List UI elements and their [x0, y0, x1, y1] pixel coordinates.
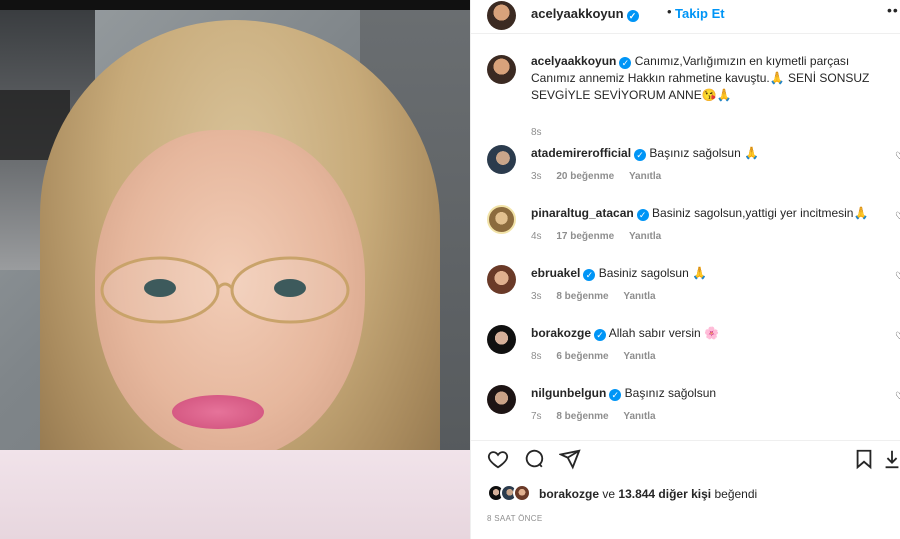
comment-age: 3s — [531, 171, 542, 182]
caption-meta: 8s — [531, 127, 554, 138]
reply-button[interactable]: Yanıtla — [629, 171, 661, 182]
comment-likes[interactable]: 20 beğenme — [556, 171, 614, 182]
follow-button[interactable]: Takip Et — [675, 6, 725, 21]
caption-age: 8s — [531, 127, 542, 138]
verified-icon: ✓ — [609, 389, 622, 401]
comment-like-icon[interactable]: ♡ — [895, 391, 900, 402]
caption-text-block: acelyaakkoyun ✓ Canımız,Varlığımızın en k… — [531, 53, 876, 104]
comment-username[interactable]: atademirerofficial — [531, 146, 631, 160]
comment-like-icon[interactable]: ♡ — [895, 151, 900, 162]
header-separator: • — [667, 4, 672, 19]
verified-icon: ✓ — [619, 57, 632, 69]
verified-icon: ✓ — [626, 10, 639, 22]
comment-avatar[interactable] — [487, 205, 516, 234]
photo-shirt — [0, 450, 470, 539]
send-icon[interactable] — [559, 448, 581, 470]
comment-meta: 4s 17 beğenme Yanıtla — [531, 231, 673, 242]
reply-button[interactable]: Yanıtla — [623, 291, 655, 302]
comment-text-block: atademirerofficial ✓ Başınız sağolsun 🙏 — [531, 145, 876, 162]
comment-age: 7s — [531, 411, 542, 422]
comment-meta: 3s 8 beğenme Yanıtla — [531, 291, 668, 302]
more-horizontal-icon[interactable]: •• — [887, 2, 899, 18]
comment-avatar[interactable] — [487, 265, 516, 294]
verified-icon: ✓ — [636, 209, 649, 221]
comment-username[interactable]: nilgunbelgun — [531, 386, 606, 400]
comments-list[interactable]: acelyaakkoyun ✓ Canımız,Varlığımızın en k… — [471, 35, 900, 440]
comment-text: Basiniz sagolsun,yattigi yer incitmesin🙏 — [652, 206, 869, 220]
liker-username[interactable]: borakozge — [539, 487, 599, 501]
comment-text: Allah sabır versin 🌸 — [608, 326, 720, 340]
caption-avatar[interactable] — [487, 55, 516, 84]
photo-glasses — [100, 256, 350, 324]
reply-button[interactable]: Yanıtla — [623, 351, 655, 362]
photo-lips — [172, 395, 264, 429]
post-header: acelyaakkoyun ✓ • Takip Et •• — [471, 0, 900, 34]
comment-avatar[interactable] — [487, 325, 516, 354]
comment-likes[interactable]: 8 beğenme — [556, 291, 608, 302]
comment-text-block: pinaraltug_atacan ✓ Basiniz sagolsun,yatt… — [531, 205, 876, 222]
reply-button[interactable]: Yanıtla — [623, 411, 655, 422]
comment-like-icon[interactable]: ♡ — [895, 331, 900, 342]
author-username-text[interactable]: acelyaakkoyun — [531, 6, 624, 21]
reply-button[interactable]: Yanıtla — [629, 231, 661, 242]
comment-age: 3s — [531, 291, 542, 302]
verified-icon: ✓ — [634, 149, 647, 161]
comment-meta: 3s 20 beğenme Yanıtla — [531, 171, 673, 182]
post-photo[interactable] — [0, 0, 470, 539]
comment-like-icon[interactable]: ♡ — [895, 271, 900, 282]
comment-text: Basiniz sagolsun 🙏 — [598, 266, 708, 280]
liker-avatar — [513, 484, 531, 502]
comment-avatar[interactable] — [487, 385, 516, 414]
comment-age: 4s — [531, 231, 542, 242]
comment-username[interactable]: pinaraltug_atacan — [531, 206, 634, 220]
post-time-ago[interactable]: 8 SAAT ÖNCE — [487, 514, 542, 523]
comment-likes[interactable]: 17 beğenme — [556, 231, 614, 242]
comment-text-block: ebruakel ✓ Basiniz sagolsun 🙏 — [531, 265, 876, 282]
bookmark-icon[interactable] — [853, 448, 875, 470]
verified-icon: ✓ — [594, 329, 607, 341]
likes-summary: borakozge ve 13.844 diğer kişi beğendi — [481, 484, 900, 504]
comment-meta: 8s 6 beğenme Yanıtla — [531, 351, 668, 362]
liker-avatars[interactable] — [487, 484, 535, 504]
download-icon[interactable] — [883, 448, 900, 470]
comment-likes[interactable]: 8 beğenme — [556, 411, 608, 422]
author-username[interactable]: acelyaakkoyun ✓ — [531, 6, 639, 22]
comment-likes[interactable]: 6 beğenme — [556, 351, 608, 362]
comment-icon[interactable] — [523, 448, 545, 470]
likes-count[interactable]: 13.844 diğer kişi — [618, 487, 711, 501]
caption-username[interactable]: acelyaakkoyun — [531, 54, 616, 68]
comment-age: 8s — [531, 351, 542, 362]
comment-meta: 7s 8 beğenme Yanıtla — [531, 411, 668, 422]
likes-suffix: beğendi — [714, 487, 758, 501]
author-avatar[interactable] — [487, 1, 516, 30]
comment-like-icon[interactable]: ♡ — [895, 211, 900, 222]
post-actions — [471, 441, 900, 477]
post-side-panel: acelyaakkoyun ✓ • Takip Et •• acelyaakkoy… — [470, 0, 900, 539]
likes-text: borakozge ve 13.844 diğer kişi beğendi — [539, 487, 757, 501]
comment-text: Başınız sağolsun 🙏 — [649, 146, 760, 160]
comment-text-block: borakozge ✓ Allah sabır versin 🌸 — [531, 325, 876, 342]
comment-avatar[interactable] — [487, 145, 516, 174]
comment-username[interactable]: ebruakel — [531, 266, 580, 280]
comment-text: Başınız sağolsun — [624, 386, 717, 400]
heart-icon[interactable] — [487, 448, 509, 470]
comment-username[interactable]: borakozge — [531, 326, 591, 340]
comment-text-block: nilgunbelgun ✓ Başınız sağolsun — [531, 385, 876, 402]
photo-top-bar — [0, 0, 470, 10]
verified-icon: ✓ — [583, 269, 596, 281]
likes-connector: ve — [602, 487, 616, 501]
